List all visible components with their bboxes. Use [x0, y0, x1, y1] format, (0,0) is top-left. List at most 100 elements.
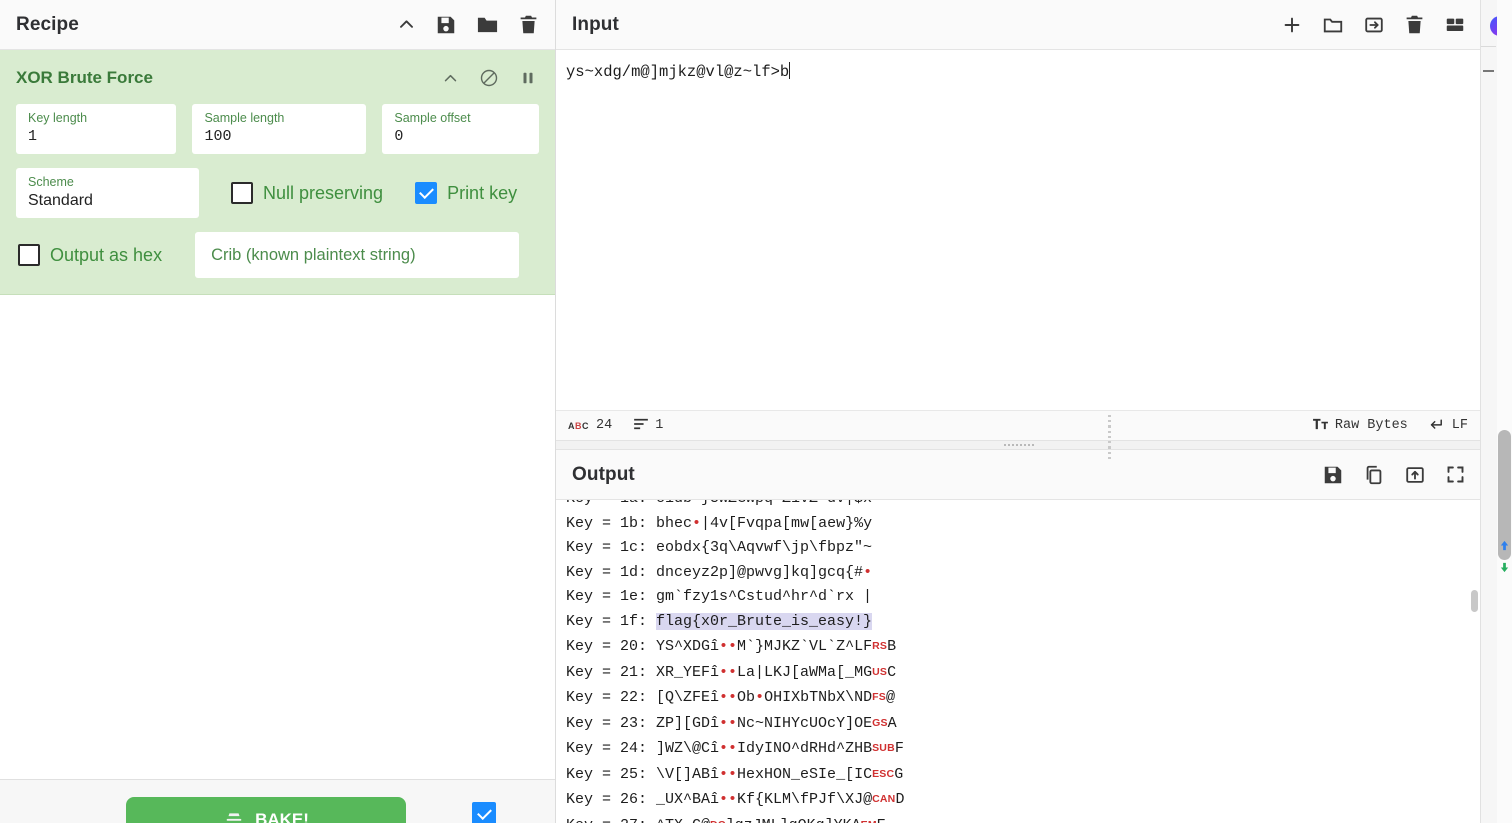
output-line-text: HexHON_eSIe_[IC: [737, 765, 873, 783]
control-char-badge: EM: [861, 819, 877, 823]
trash-icon[interactable]: [518, 14, 539, 35]
output-line-text: XR_YEFî: [656, 663, 720, 681]
output-line-text: C: [887, 663, 897, 681]
output-line-text: YS^XDGî: [656, 638, 720, 655]
sample-length-value: 100: [204, 128, 232, 145]
input-line-ending-value: LF: [1451, 418, 1468, 433]
output-line-text: |4v[Fvqpa[mw[aew}%y: [701, 514, 873, 532]
output-line: Key = 1e: gm`fzy1s^Cstud^hr^d`rx |: [566, 585, 1482, 610]
input-editor[interactable]: ys~xdg/m@]mjkz@vl@z~lf>b: [556, 50, 1482, 410]
io-pane: Input ys~xdg/m@]mjkz@vl@z~lf>b ABC 24 1 …: [556, 0, 1482, 823]
edge-divider: [1481, 46, 1496, 47]
chevron-up-icon[interactable]: [442, 70, 459, 87]
checkbox-box: [472, 802, 496, 823]
output-line: Key = 1c: eobdx{3q\Aqvwf\jp\fbpz"~: [566, 536, 1482, 561]
checkbox-box: [18, 244, 40, 266]
output-line-text: _UX^BAî: [656, 791, 720, 808]
output-as-hex-checkbox[interactable]: Output as hex: [18, 244, 162, 266]
output-line-text: A: [887, 714, 897, 732]
add-tab-icon[interactable]: [1281, 14, 1303, 36]
input-encoding-value: Raw Bytes: [1334, 418, 1408, 433]
operation-list: XOR Brute Force Key length 1 Sample leng…: [0, 50, 555, 295]
nonprintable-dot: •: [863, 563, 873, 581]
copy-icon[interactable]: [1363, 464, 1385, 486]
scheme-select[interactable]: Scheme Standard: [16, 168, 199, 218]
operation-name: XOR Brute Force: [16, 68, 153, 87]
page-scrollbar[interactable]: [1497, 0, 1512, 823]
folder-icon[interactable]: [476, 13, 499, 36]
sample-length-label: Sample length: [204, 111, 285, 125]
sample-offset-field[interactable]: Sample offset 0: [382, 104, 539, 154]
null-preserving-checkbox[interactable]: Null preserving: [231, 182, 383, 204]
output-line-key: Key = 27:: [566, 817, 656, 823]
crib-input[interactable]: Crib (known plaintext string): [195, 232, 520, 278]
output-line: Key = 25: \V[]ABî••HexHON_eSIe_[ICESCG: [566, 762, 1482, 788]
output-line-text: ]WZ\@Cî: [656, 740, 720, 757]
operation-title-row: XOR Brute Force: [0, 50, 555, 94]
save-icon[interactable]: [1322, 464, 1344, 486]
text-caret: [789, 62, 791, 79]
input-section: Input ys~xdg/m@]mjkz@vl@z~lf>b ABC 24 1 …: [556, 0, 1482, 440]
input-text: ys~xdg/m@]mjkz@vl@z~lf>b: [566, 63, 790, 81]
highlighted-flag: flag{x0r_Brute_is_easy!}: [656, 612, 873, 630]
input-length-status[interactable]: ABC 24: [568, 418, 612, 433]
output-lines: Key = 1a: c1db~}5wZGwpq Z1vZ dv|$xKey = …: [566, 500, 1482, 823]
auto-bake-checkbox[interactable]: [472, 802, 496, 823]
abc-icon: ABC: [568, 420, 589, 431]
recipe-pane: Recipe XOR Brute Force Key length 1 Samp…: [0, 0, 556, 823]
cyberchef-app: Recipe XOR Brute Force Key length 1 Samp…: [0, 0, 1512, 823]
recipe-io-splitter[interactable]: [1105, 415, 1113, 459]
output-line-text: F: [894, 740, 904, 757]
open-file-icon[interactable]: [1363, 14, 1385, 36]
output-line: Key = 1f: flag{x0r_Brute_is_easy!}: [566, 610, 1482, 635]
operation-xor-brute-force[interactable]: XOR Brute Force Key length 1 Sample leng…: [0, 50, 555, 295]
input-encoding-status[interactable]: Raw Bytes: [1312, 418, 1408, 434]
nonprintable-dot: ••: [719, 714, 738, 732]
save-icon[interactable]: [435, 14, 457, 36]
bake-label: BAKE!: [255, 810, 309, 823]
scroll-marker-up-icon: [1499, 538, 1510, 551]
output-line-key: Key = 20:: [566, 638, 657, 655]
tabs-layout-icon[interactable]: [1444, 14, 1466, 36]
sample-offset-value: 0: [394, 128, 404, 145]
maximise-icon[interactable]: [1445, 464, 1466, 485]
key-length-value: 1: [28, 128, 38, 145]
nonprintable-dot: •: [755, 689, 765, 706]
replace-input-icon[interactable]: [1404, 464, 1426, 486]
trash-icon[interactable]: [1404, 14, 1425, 35]
arg-row-3: Output as hex Crib (known plaintext stri…: [16, 232, 539, 278]
input-header: Input: [556, 0, 1482, 50]
output-line-key: Key = 1c:: [566, 539, 657, 556]
output-line-key: Key = 1d:: [566, 563, 657, 581]
output-line-text: ZP][GDî: [656, 714, 720, 732]
control-char-badge: SUB: [872, 742, 895, 754]
output-line-text: ^TX_C@: [656, 817, 710, 823]
scroll-marker-down-icon: [1499, 560, 1510, 573]
output-line-text: La|LKJ[aWMa[_MG: [737, 663, 873, 681]
pause-icon[interactable]: [519, 69, 537, 87]
output-line-text: c1db~}5wZGwpq Z1vZ dv|$x: [656, 500, 872, 507]
sample-length-field[interactable]: Sample length 100: [192, 104, 367, 154]
recipe-header-actions: [397, 13, 539, 36]
disable-icon[interactable]: [479, 68, 499, 88]
output-line-text: B: [887, 638, 897, 655]
lines-icon: [634, 418, 649, 433]
key-length-field[interactable]: Key length 1: [16, 104, 177, 154]
output-scrollbar-thumb[interactable]: [1471, 590, 1478, 612]
print-key-checkbox[interactable]: Print key: [415, 182, 517, 204]
input-line-ending-status[interactable]: LF: [1430, 418, 1468, 434]
output-line-text: D: [895, 791, 905, 808]
input-lines-status[interactable]: 1: [634, 418, 663, 433]
output-line-text: OHIXbTNbX\ND: [764, 689, 873, 706]
operation-arguments: Key length 1 Sample length 100 Sample of…: [0, 94, 555, 278]
output-editor[interactable]: Key = 1a: c1db~}5wZGwpq Z1vZ dv|$xKey = …: [556, 500, 1482, 823]
bake-button[interactable]: BAKE!: [126, 797, 406, 823]
recipe-empty-area[interactable]: [0, 295, 555, 779]
io-splitter[interactable]: [556, 440, 1482, 450]
scheme-value: Standard: [28, 192, 93, 209]
output-scrollbar[interactable]: [1471, 544, 1478, 823]
chevron-up-icon[interactable]: [397, 15, 416, 34]
folder-open-icon[interactable]: [1322, 14, 1344, 36]
output-line-text: dnceyz2p]@pwvg]kq]gcq{#: [656, 563, 864, 581]
output-section: Output Key = 1a: c1: [556, 450, 1482, 823]
